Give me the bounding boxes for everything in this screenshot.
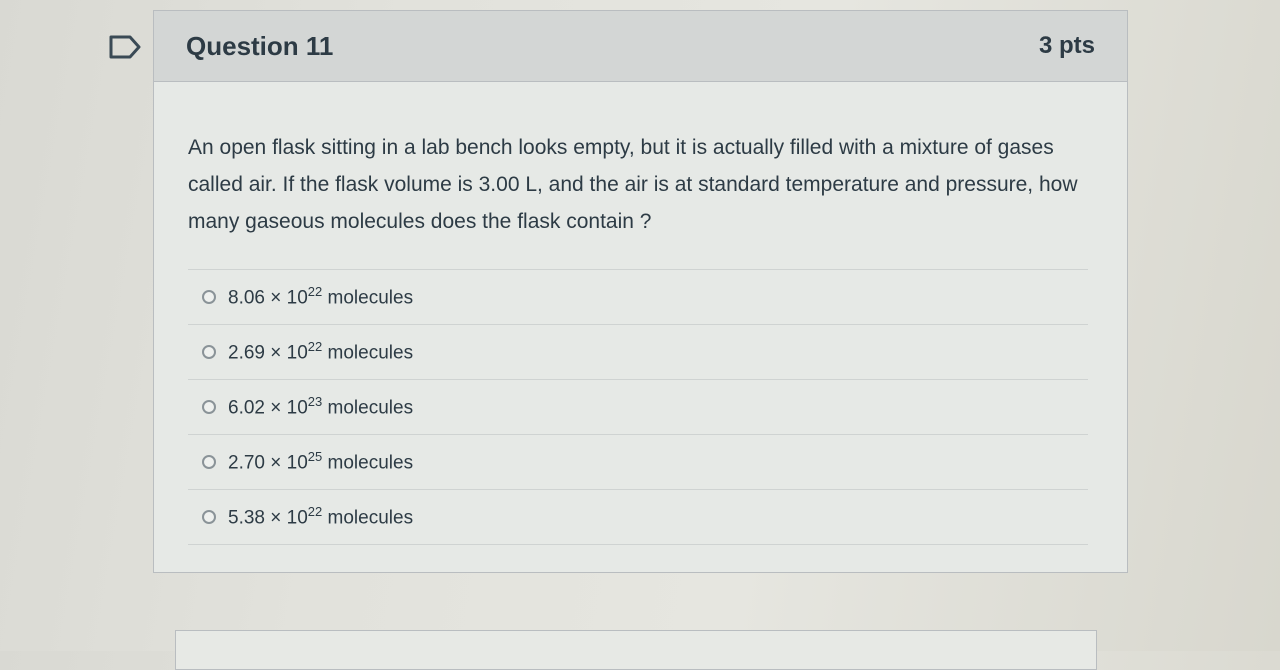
answer-label[interactable]: 5.38 × 1022 molecules — [228, 504, 413, 529]
question-text: An open flask sitting in a lab bench loo… — [188, 136, 1078, 233]
answer-label[interactable]: 6.02 × 1023 molecules — [228, 394, 413, 419]
flag-question-icon[interactable] — [108, 34, 142, 60]
question-title: Question 11 — [186, 30, 334, 61]
answer-option-4[interactable]: 2.70 × 1025 molecules — [188, 435, 1088, 490]
radio-button-icon[interactable] — [202, 400, 216, 414]
answer-option-3[interactable]: 6.02 × 1023 molecules — [188, 380, 1088, 435]
answer-label[interactable]: 8.06 × 1022 molecules — [228, 284, 413, 309]
answer-option-1[interactable]: 8.06 × 1022 molecules — [188, 270, 1088, 325]
radio-button-icon[interactable] — [202, 455, 216, 469]
question-card: Question 11 3 pts An open flask sitting … — [153, 10, 1128, 573]
question-header: Question 11 3 pts — [154, 11, 1127, 82]
answer-label[interactable]: 2.70 × 1025 molecules — [228, 449, 413, 474]
radio-button-icon[interactable] — [202, 345, 216, 359]
radio-button-icon[interactable] — [202, 510, 216, 524]
answer-list: 8.06 × 1022 molecules 2.69 × 1022 molecu… — [188, 269, 1088, 545]
answer-option-2[interactable]: 2.69 × 1022 molecules — [188, 325, 1088, 380]
question-points: 3 pts — [1038, 32, 1095, 59]
answer-option-5[interactable]: 5.38 × 1022 molecules — [188, 490, 1088, 545]
next-question-card — [175, 630, 1097, 670]
radio-button-icon[interactable] — [202, 290, 216, 304]
answer-label[interactable]: 2.69 × 1022 molecules — [228, 339, 413, 364]
